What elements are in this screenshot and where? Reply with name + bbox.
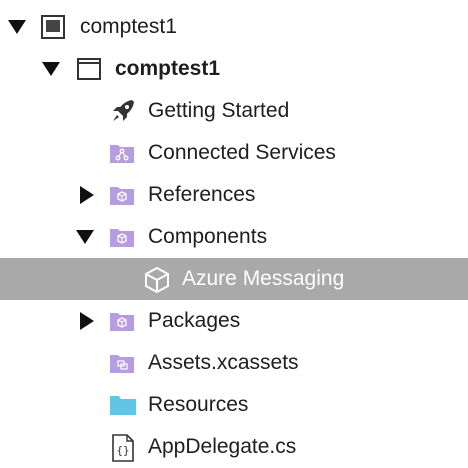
svg-text:{}: {} [116,444,129,457]
rocket-icon [110,98,136,124]
tree-row-assets-xcassets[interactable]: Assets.xcassets [0,342,468,384]
tree-row-connected-services[interactable]: Connected Services [0,132,468,174]
solution-label: comptest1 [80,15,177,38]
cube-icon [143,266,169,294]
disclosure-collapsed-icon[interactable] [78,312,96,330]
references-label: References [148,183,256,206]
tree-row-references[interactable]: References [0,174,468,216]
project-icon [76,56,102,82]
tree-row-packages[interactable]: Packages [0,300,468,342]
components-folder-icon [109,224,135,250]
packages-label: Packages [148,309,241,332]
getting-started-label: Getting Started [148,99,290,122]
csharp-file-icon: {} [110,434,136,462]
appdelegate-label: AppDelegate.cs [148,435,297,458]
disclosure-expanded-icon[interactable] [8,18,26,36]
tree-row-components[interactable]: Components [0,216,468,258]
solution-icon [40,14,66,40]
tree-row-project[interactable]: comptest1 [0,48,468,90]
disclosure-expanded-icon[interactable] [76,228,94,246]
connected-services-folder-icon [109,140,135,166]
tree-row-solution[interactable]: comptest1 [0,6,468,48]
tree-row-getting-started[interactable]: Getting Started [0,90,468,132]
folder-icon [109,392,136,418]
disclosure-collapsed-icon[interactable] [78,186,96,204]
disclosure-expanded-icon[interactable] [42,60,60,78]
solution-tree: comptest1 comptest1 Getting Started Conn… [0,0,468,468]
tree-row-azure-messaging[interactable]: Azure Messaging [0,258,468,300]
components-label: Components [148,225,268,248]
project-label: comptest1 [115,57,221,80]
assets-folder-icon [109,350,135,376]
tree-row-appdelegate[interactable]: {} AppDelegate.cs [0,426,468,468]
references-folder-icon [109,182,135,208]
resources-label: Resources [148,393,249,416]
connected-services-label: Connected Services [148,141,336,164]
azure-messaging-label: Azure Messaging [182,267,345,290]
assets-xcassets-label: Assets.xcassets [148,351,299,374]
tree-row-resources[interactable]: Resources [0,384,468,426]
packages-folder-icon [109,308,135,334]
